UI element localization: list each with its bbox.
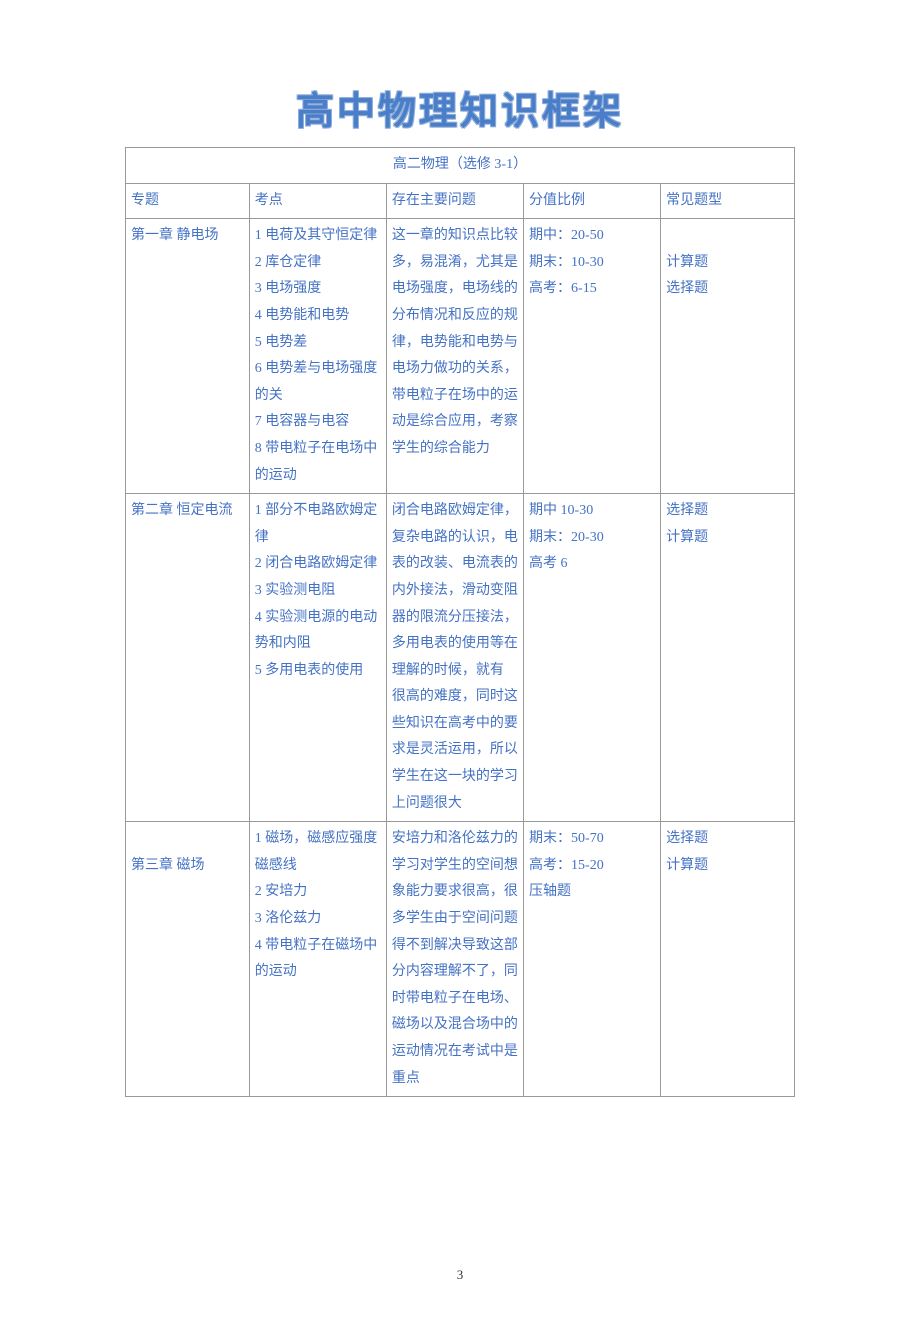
physics-framework-table: 高二物理（选修 3-1） 专题 考点 存在主要问题 分值比例 常见题型 第一章 … — [125, 147, 795, 1097]
cell-points: 1 磁场，磁感应强度 磁感线2 安培力3 洛伦兹力4 带电粒子在磁场中的运动 — [249, 822, 386, 1097]
header-scores: 分值比例 — [524, 183, 661, 219]
table-row: 第三章 磁场 1 磁场，磁感应强度 磁感线2 安培力3 洛伦兹力4 带电粒子在磁… — [126, 822, 795, 1097]
cell-topic: 第二章 恒定电流 — [126, 494, 250, 822]
cell-problems: 闭合电路欧姆定律，复杂电路的认识，电表的改装、电流表的内外接法，滑动变阻器的限流… — [386, 494, 523, 822]
header-topic: 专题 — [126, 183, 250, 219]
cell-problems: 这一章的知识点比较多，易混淆，尤其是电场强度，电场线的分布情况和反应的规律，电势… — [386, 219, 523, 494]
cell-problems: 安培力和洛伦兹力的学习对学生的空间想象能力要求很高，很多学生由于空间问题得不到解… — [386, 822, 523, 1097]
cell-points: 1 电荷及其守恒定律2 库仓定律3 电场强度4 电势能和电势5 电势差6 电势差… — [249, 219, 386, 494]
cell-scores: 期中 10-30期末：20-30高考 6 — [524, 494, 661, 822]
cell-scores: 期末：50-70高考：15-20压轴题 — [524, 822, 661, 1097]
cell-points: 1 部分不电路欧姆定律2 闭合电路欧姆定律3 实验测电阻4 实验测电源的电动势和… — [249, 494, 386, 822]
page-title: 高中物理知识框架 — [125, 80, 795, 135]
table-row: 第二章 恒定电流 1 部分不电路欧姆定律2 闭合电路欧姆定律3 实验测电阻4 实… — [126, 494, 795, 822]
cell-qtypes: 选择题计算题 — [661, 822, 795, 1097]
header-problems: 存在主要问题 — [386, 183, 523, 219]
cell-qtypes: 选择题计算题 — [661, 494, 795, 822]
header-points: 考点 — [249, 183, 386, 219]
table-row: 第一章 静电场 1 电荷及其守恒定律2 库仓定律3 电场强度4 电势能和电势5 … — [126, 219, 795, 494]
table-title: 高二物理（选修 3-1） — [126, 148, 795, 184]
cell-qtypes: 计算题选择题 — [661, 219, 795, 494]
page-number: 3 — [125, 1267, 795, 1283]
cell-topic: 第三章 磁场 — [126, 822, 250, 1097]
cell-scores: 期中：20-50期末：10-30高考：6-15 — [524, 219, 661, 494]
header-qtypes: 常见题型 — [661, 183, 795, 219]
cell-topic: 第一章 静电场 — [126, 219, 250, 494]
